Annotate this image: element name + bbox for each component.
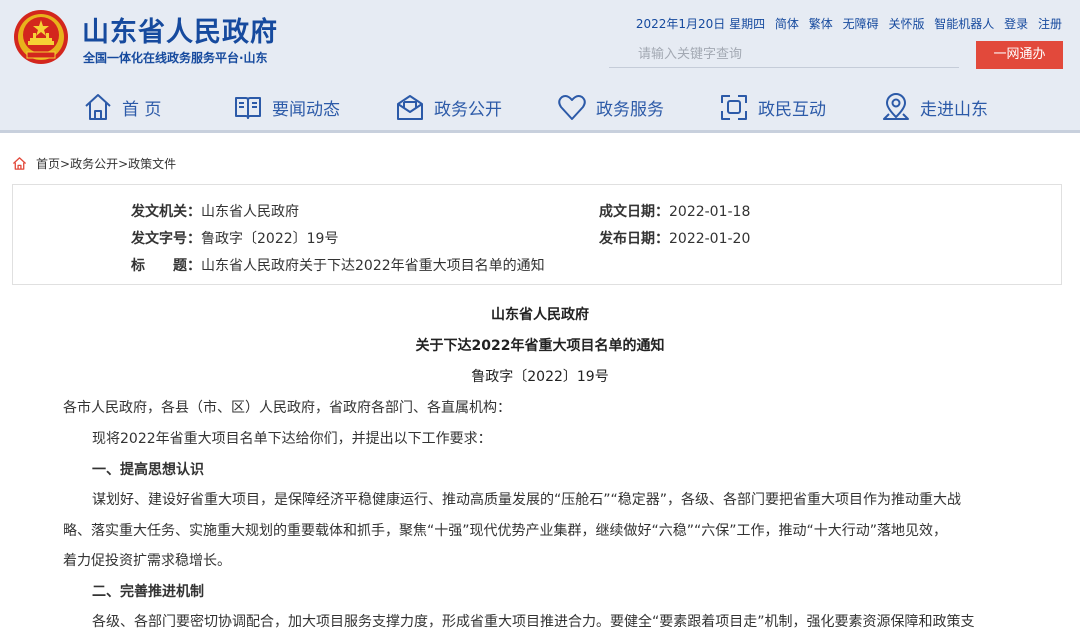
link-simplified[interactable]: 简体: [775, 17, 799, 31]
nav-interaction-label: 政民互动: [758, 99, 826, 120]
section-heading: 一、提高思想认识: [92, 462, 204, 478]
breadcrumb: 首页 > 政务公开 > 政策文件: [12, 155, 176, 172]
meta-title-value: 山东省人民政府关于下达2022年省重大项目名单的通知: [201, 258, 545, 274]
one-net-service-button[interactable]: 一网通办: [976, 41, 1063, 69]
breadcrumb-gov-open[interactable]: 政务公开: [70, 155, 118, 172]
nav-news[interactable]: 要闻动态: [233, 86, 340, 128]
meta-issuer-value: 山东省人民政府: [201, 204, 299, 220]
meta-publish-date-label: 发布日期：: [599, 231, 669, 247]
link-register[interactable]: 注册: [1038, 17, 1062, 31]
link-accessibility[interactable]: 无障碍: [843, 17, 879, 31]
nav-home-label: 首 页: [122, 99, 162, 120]
nav-gov-open-label: 政务公开: [434, 99, 502, 120]
link-robot[interactable]: 智能机器人: [934, 17, 994, 31]
nav-shandong[interactable]: 走进山东: [881, 86, 988, 128]
document-title: 关于下达2022年省重大项目名单的通知: [415, 338, 665, 354]
nav-news-label: 要闻动态: [272, 99, 340, 120]
meta-issuer-label: 发文机关：: [131, 204, 201, 220]
nav-gov-service[interactable]: 政务服务: [557, 86, 664, 128]
site-header: 山东省人民政府 全国一体化在线政务服务平台·山东 2022年1月20日 星期四 …: [0, 0, 1080, 133]
meta-doc-number: 发文字号：鲁政字〔2022〕19号: [131, 228, 338, 248]
interact-icon: [721, 95, 747, 120]
meta-title: 标 题：山东省人民政府关于下达2022年省重大项目名单的通知: [131, 255, 545, 275]
document-addressee: 各市人民政府，各县（市、区）人民政府，省政府各部门、各直属机构：: [63, 400, 511, 416]
main-nav: 首 页 要闻动态 政务公开 政务服务 政民互动 走进山东: [0, 86, 1080, 128]
meta-title-label: 标 题：: [131, 258, 201, 274]
site-title[interactable]: 山东省人民政府: [82, 10, 278, 49]
nav-gov-open[interactable]: 政务公开: [395, 86, 502, 128]
current-date: 2022年1月20日 星期四: [635, 17, 766, 31]
link-login[interactable]: 登录: [1004, 17, 1028, 31]
meta-written-date-value: 2022-01-18: [669, 204, 751, 220]
section-heading: 二、完善推进机制: [92, 584, 204, 600]
meta-written-date: 成文日期：2022-01-18: [599, 201, 750, 221]
document-org: 山东省人民政府: [491, 307, 589, 323]
meta-written-date-label: 成文日期：: [599, 204, 669, 220]
paragraph-line: 各级、各部门要密切协调配合，加大项目服务支撑力度，形成省重大项目推进合力。要健全…: [92, 614, 975, 630]
meta-doc-number-value: 鲁政字〔2022〕19号: [201, 231, 339, 247]
meta-publish-date-value: 2022-01-20: [669, 231, 751, 247]
nav-interaction[interactable]: 政民互动: [719, 86, 826, 128]
document-number: 鲁政字〔2022〕19号: [471, 369, 609, 385]
breadcrumb-separator: >: [60, 156, 71, 171]
nav-shandong-label: 走进山东: [920, 99, 988, 120]
site-subtitle[interactable]: 全国一体化在线政务服务平台·山东: [83, 49, 268, 66]
paragraph-line: 着力促投资扩需求稳增长。: [63, 553, 231, 569]
heart-icon: [558, 95, 586, 120]
breadcrumb-home[interactable]: 首页: [36, 155, 60, 172]
nav-home[interactable]: 首 页: [83, 86, 161, 128]
top-links: 2022年1月20日 星期四 简体 繁体 无障碍 关怀版 智能机器人 登录 注册: [636, 15, 1062, 32]
meta-publish-date: 发布日期：2022-01-20: [599, 228, 750, 248]
nav-divider: [0, 130, 1080, 133]
link-care-version[interactable]: 关怀版: [888, 17, 924, 31]
link-traditional[interactable]: 繁体: [809, 17, 833, 31]
home-icon: [85, 94, 111, 120]
paragraph-line: 谋划好、建设好省重大项目，是保障经济平稳健康运行、推动高质量发展的“压舱石”“稳…: [92, 492, 962, 508]
document-meta-box: 发文机关：山东省人民政府 发文字号：鲁政字〔2022〕19号 标 题：山东省人民…: [12, 184, 1062, 285]
meta-issuer: 发文机关：山东省人民政府: [131, 201, 299, 221]
document-intro: 现将2022年省重大项目名单下达给你们，并提出以下工作要求：: [92, 431, 492, 447]
location-icon: [883, 93, 909, 120]
breadcrumb-separator: >: [118, 156, 129, 171]
nav-gov-service-label: 政务服务: [596, 99, 664, 120]
book-icon: [235, 97, 261, 119]
meta-doc-number-label: 发文字号：: [131, 231, 201, 247]
national-emblem-icon[interactable]: [13, 9, 69, 65]
breadcrumb-policy-docs[interactable]: 政策文件: [128, 155, 176, 172]
envelope-icon: [397, 95, 423, 120]
home-icon[interactable]: [12, 156, 27, 171]
search-input[interactable]: [609, 41, 959, 68]
paragraph-line: 略、落实重大任务、实施重大规划的重要载体和抓手，聚焦“十强”现代优势产业集群，继…: [63, 523, 948, 539]
